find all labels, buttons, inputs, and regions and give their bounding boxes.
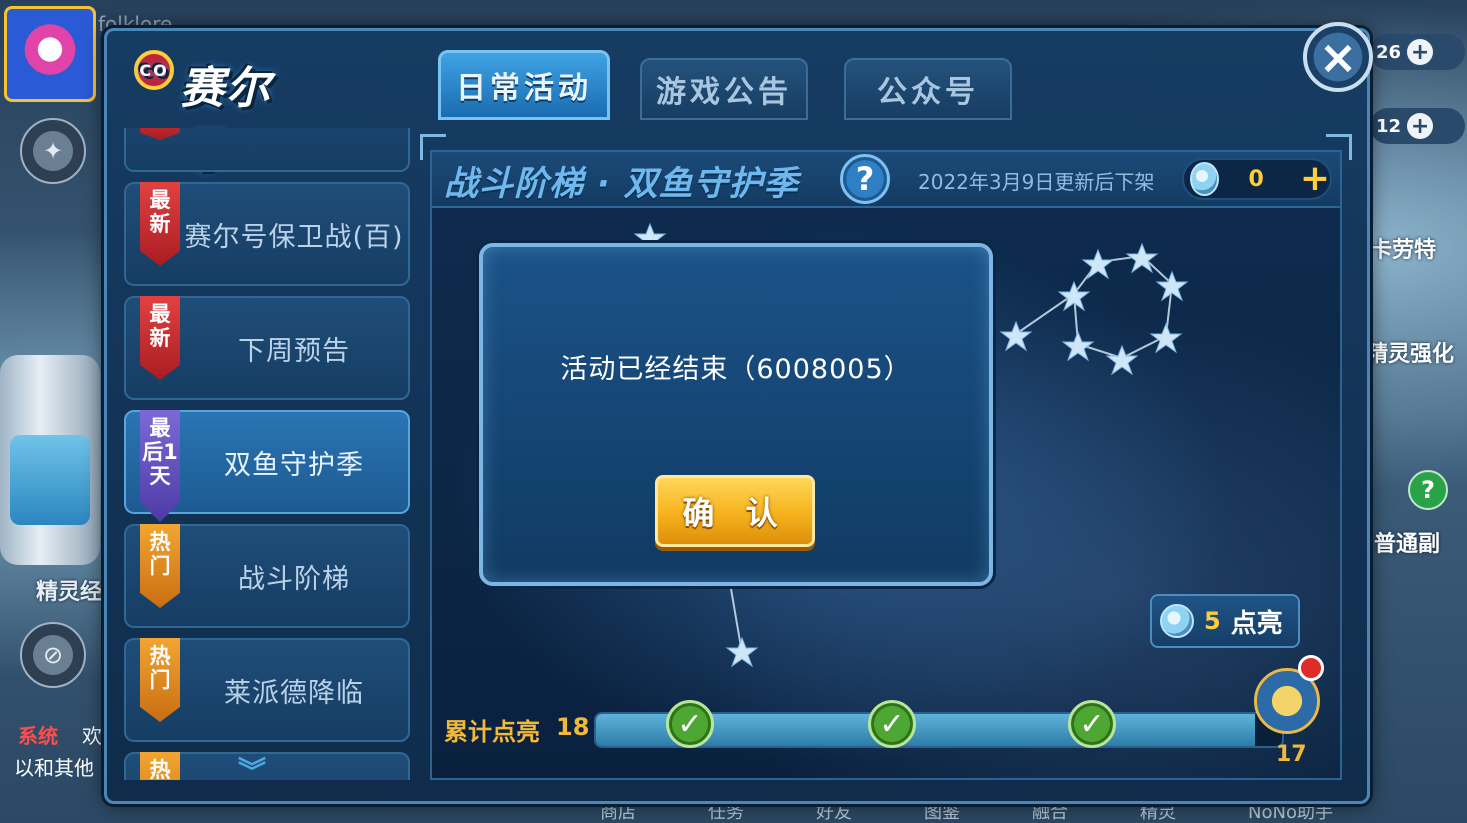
- right-label-2[interactable]: 精灵强化: [1366, 336, 1454, 368]
- right-label-3[interactable]: 普通副: [1374, 526, 1440, 558]
- check-icon[interactable]: ✓: [1068, 700, 1116, 748]
- light-up-label: 点亮: [1230, 608, 1283, 639]
- sidebar-item-leopard-arrival[interactable]: 热门 莱派德降临: [124, 638, 410, 742]
- background-left-label: 精灵经: [36, 580, 103, 605]
- sidebar-item-top-partial[interactable]: [124, 128, 410, 172]
- badge-ribbon: 最新: [140, 182, 180, 266]
- badge-ribbon: 热门: [140, 524, 180, 608]
- sidebar-item-label: 战斗阶梯: [238, 563, 350, 595]
- right-counter-2[interactable]: 12 +: [1370, 108, 1465, 144]
- eye-hide-icon[interactable]: ⊘: [20, 622, 86, 688]
- sidebar-item-partial[interactable]: 热: [124, 752, 410, 780]
- right-counter-1[interactable]: 26 +: [1370, 34, 1465, 70]
- confirm-button[interactable]: 确 认: [655, 475, 815, 547]
- dialog-message: 活动已经结束（6008005）: [560, 354, 912, 385]
- activity-sidebar[interactable]: 最新 赛尔号保卫战(百) 最新 下周预告 最后1天 双鱼守护季 热门 战斗阶梯 …: [120, 128, 418, 780]
- activity-title: 战斗阶梯 · 双鱼守护季: [444, 163, 799, 204]
- star-gem-icon: [1190, 162, 1219, 196]
- sidebar-item-label: 下周预告: [238, 335, 350, 367]
- check-icon[interactable]: ✓: [666, 700, 714, 748]
- chat-system-tag: 系统: [18, 724, 58, 748]
- sidebar-item-label: 莱派德降临: [224, 677, 364, 709]
- right-counter-value: 12: [1376, 115, 1402, 137]
- close-button[interactable]: ×: [1303, 22, 1373, 92]
- corner-bracket: [1326, 134, 1352, 160]
- event-ended-dialog: 活动已经结束（6008005） 确 认: [479, 243, 993, 586]
- currency-counter: 0 +: [1182, 158, 1332, 200]
- background-tube: [0, 355, 100, 565]
- light-up-button[interactable]: 5 点亮: [1150, 594, 1300, 648]
- light-up-count: 5: [1204, 607, 1221, 635]
- badge-ribbon: 热门: [140, 638, 180, 722]
- badge-ribbon: 最后1天: [140, 410, 180, 522]
- badge-ribbon: [140, 128, 180, 140]
- tab-game-announcement[interactable]: 游戏公告: [640, 58, 808, 120]
- check-icon[interactable]: ✓: [868, 700, 916, 748]
- game-logo: CO 赛尔号: [126, 44, 316, 178]
- sidebar-item-battle-ladder[interactable]: 热门 战斗阶梯: [124, 524, 410, 628]
- chat-system-text: 欢: [82, 724, 102, 748]
- sidebar-item-next-week-preview[interactable]: 最新 下周预告: [124, 296, 410, 400]
- notification-dot: [1298, 655, 1324, 681]
- progress-value: 18: [556, 713, 590, 741]
- tab-daily-activity[interactable]: 日常活动: [438, 50, 610, 120]
- badge-ribbon: 最新: [140, 296, 180, 380]
- removal-notice: 2022年3月9日更新后下架: [918, 170, 1155, 194]
- right-label-1[interactable]: 卡劳特: [1370, 232, 1436, 264]
- plus-icon[interactable]: +: [1407, 39, 1434, 65]
- add-currency-button[interactable]: +: [1300, 161, 1330, 197]
- plus-icon[interactable]: +: [1407, 113, 1434, 139]
- star-gem-icon: [1160, 604, 1194, 638]
- right-counter-value: 26: [1376, 41, 1402, 63]
- chat-line: 以和其他: [14, 756, 94, 780]
- progress-label: 累计点亮: [444, 718, 540, 746]
- corner-bracket: [420, 134, 446, 160]
- sidebar-item-seer-defense[interactable]: 最新 赛尔号保卫战(百): [124, 182, 410, 286]
- currency-value: 0: [1248, 166, 1264, 192]
- avatar[interactable]: [4, 6, 96, 102]
- help-circle-icon[interactable]: ?: [1408, 470, 1448, 510]
- chevron-double-down-icon[interactable]: ︾: [238, 758, 266, 786]
- logo-ring: CO: [134, 50, 174, 90]
- reward-count: 17: [1276, 742, 1307, 767]
- close-icon: ×: [1318, 30, 1358, 84]
- badge-ribbon: 热: [140, 752, 180, 780]
- wings-emblem-icon[interactable]: ✦: [20, 118, 86, 184]
- sidebar-item-label: 双鱼守护季: [224, 449, 364, 481]
- sidebar-item-label: 赛尔号保卫战(百): [184, 221, 404, 253]
- sidebar-item-pisces-season[interactable]: 最后1天 双鱼守护季: [124, 410, 410, 522]
- tab-official-account[interactable]: 公众号: [844, 58, 1012, 120]
- help-button[interactable]: ?: [840, 154, 890, 204]
